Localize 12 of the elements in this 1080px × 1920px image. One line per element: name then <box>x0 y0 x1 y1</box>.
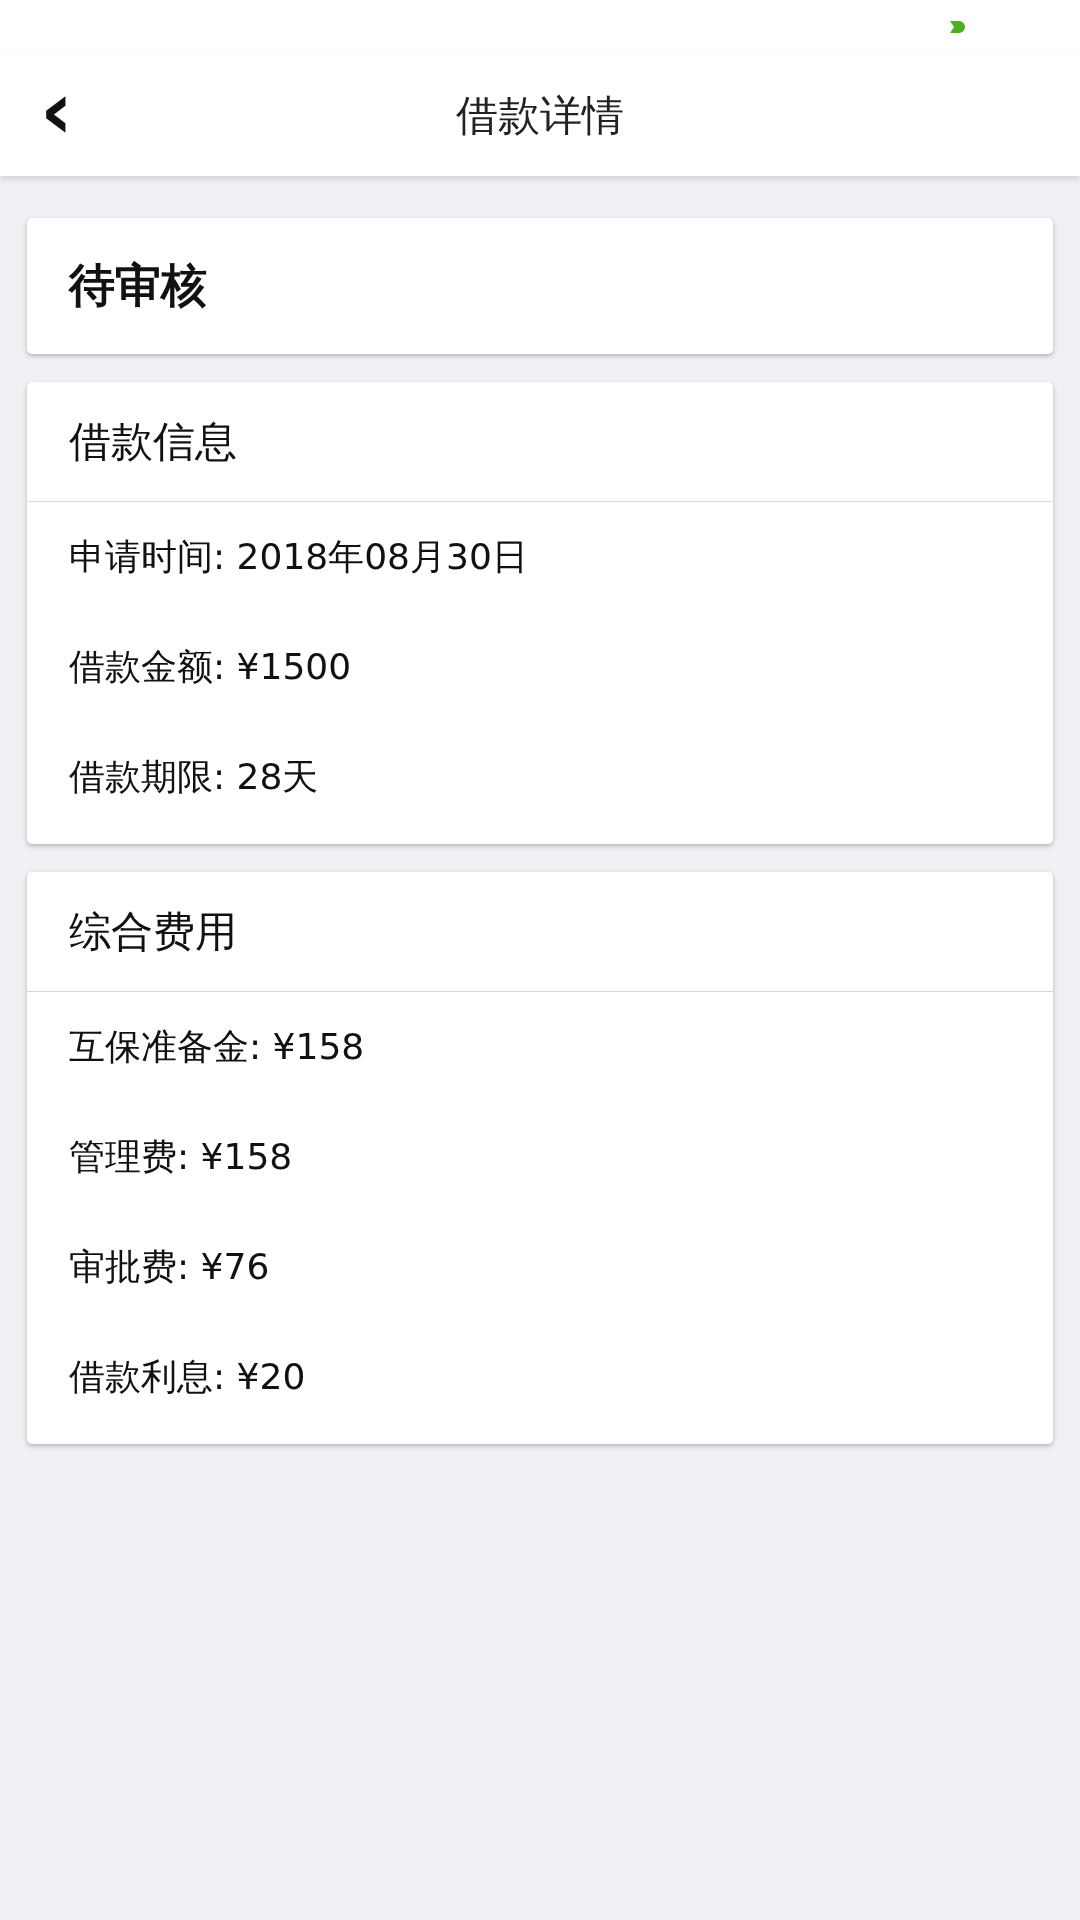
section-title: 借款信息 <box>69 415 237 468</box>
detail-text: 借款金额: ¥1500 <box>69 645 353 689</box>
status-text: 待审核 <box>69 257 207 314</box>
detail-text: 管理费: ¥158 <box>69 1135 294 1179</box>
page-title: 借款详情 <box>456 90 624 142</box>
detail-text: 互保准备金: ¥158 <box>69 1025 366 1069</box>
detail-text: 借款利息: ¥20 <box>69 1355 307 1399</box>
detail-text: 借款期限: 28天 <box>69 755 320 799</box>
back-button[interactable]: ‹ <box>40 78 73 144</box>
detail-text: 申请时间: 2018年08月30日 <box>69 535 529 579</box>
section-title: 综合费用 <box>69 905 237 958</box>
detail-text: 审批费: ¥76 <box>69 1245 271 1289</box>
